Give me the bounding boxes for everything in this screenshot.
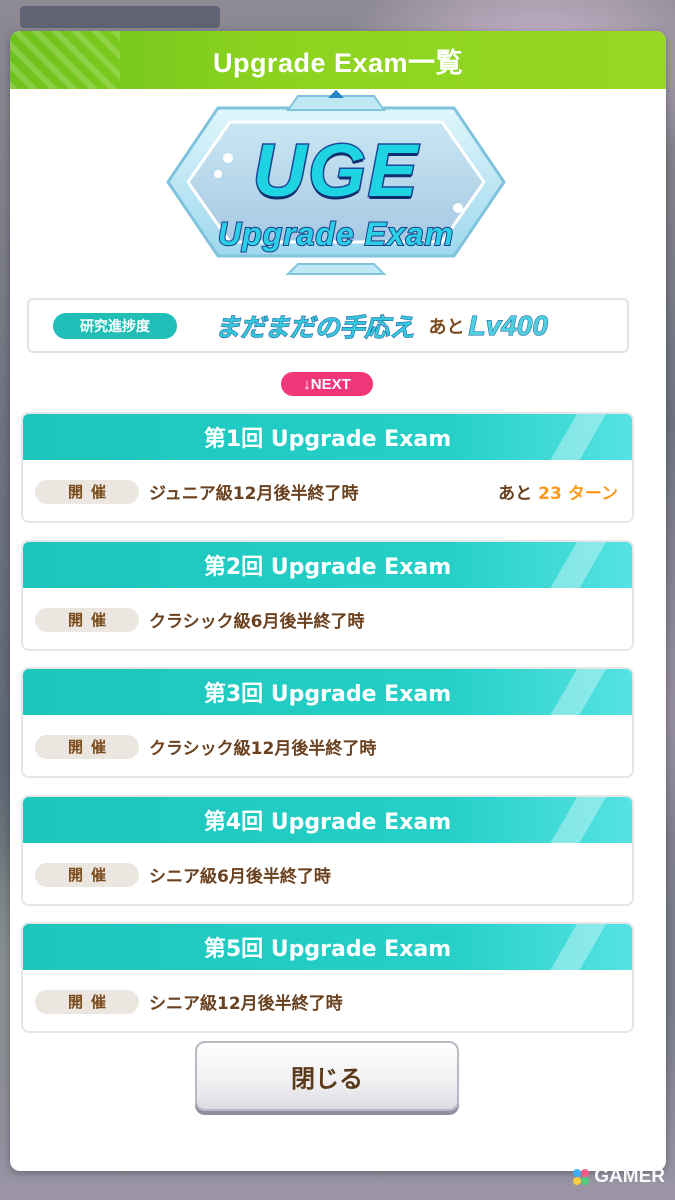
uge-logo: UGE Upgrade Exam [158, 88, 514, 276]
background-status-bar [20, 6, 220, 28]
held-timing: シニア級6月後半終了時 [149, 867, 331, 887]
next-badge: ↓NEXT [281, 372, 373, 396]
exam-title: 第3回 Upgrade Exam [203, 682, 452, 707]
exam-card-2: 第2回 Upgrade Exam 開催 クラシック級6月後半終了時 [21, 540, 634, 651]
exam-title: 第4回 Upgrade Exam [203, 810, 452, 835]
exam-body: 開催 ジュニア級12月後半終了時 あと 23 ターン [23, 460, 632, 521]
exam-header: 第4回 Upgrade Exam [23, 797, 632, 843]
held-timing: ジュニア級12月後半終了時 [149, 484, 359, 504]
research-progress-label: 研究進捗度 [53, 312, 177, 339]
held-badge: 開催 [35, 607, 139, 632]
exam-title: 第1回 Upgrade Exam [203, 427, 452, 452]
progress-remain-prefix: あと [428, 316, 465, 338]
held-timing: クラシック級12月後半終了時 [149, 739, 377, 759]
held-timing: クラシック級6月後半終了時 [149, 612, 365, 632]
held-badge: 開催 [35, 479, 139, 504]
exam-title: 第5回 Upgrade Exam [203, 937, 452, 962]
close-button[interactable]: 閉じる [195, 1041, 459, 1111]
exam-card-4: 第4回 Upgrade Exam 開催 シニア級6月後半終了時 [21, 795, 634, 906]
logo-main-text: UGE [251, 128, 420, 214]
held-badge: 開催 [35, 734, 139, 759]
research-progress-row: 研究進捗度 まだまだの手応え あと Lv400 [27, 298, 629, 353]
gamer-watermark: GAMER [572, 1166, 665, 1188]
held-badge: 開催 [35, 989, 139, 1014]
exam-header: 第5回 Upgrade Exam [23, 924, 632, 970]
logo-sub-text: Upgrade Exam [217, 215, 455, 253]
exam-body: 開催 クラシック級12月後半終了時 [23, 715, 632, 776]
turns-unit: ターン [567, 484, 618, 504]
exam-card-1: 第1回 Upgrade Exam 開催 ジュニア級12月後半終了時 あと 23 ター… [21, 412, 634, 523]
exam-header: 第1回 Upgrade Exam [23, 414, 632, 460]
turns-remaining: あと 23 ターン [498, 479, 618, 504]
exam-header: 第2回 Upgrade Exam [23, 542, 632, 588]
progress-remain-level: Lv400 [468, 309, 548, 341]
exam-body: 開催 シニア級6月後半終了時 [23, 843, 632, 904]
exam-card-5: 第5回 Upgrade Exam 開催 シニア級12月後半終了時 [21, 922, 634, 1033]
turns-value: 23 [538, 484, 562, 504]
turns-prefix: あと [498, 484, 533, 504]
exam-body: 開催 シニア級12月後半終了時 [23, 970, 632, 1031]
exam-card-3: 第3回 Upgrade Exam 開催 クラシック級12月後半終了時 [21, 667, 634, 778]
held-badge: 開催 [35, 862, 139, 887]
exam-title: 第2回 Upgrade Exam [203, 555, 452, 580]
research-progress-value: まだまだの手応え [215, 312, 416, 342]
watermark-text: GAMER [594, 1166, 665, 1187]
header-stripes [10, 31, 120, 89]
exam-header: 第3回 Upgrade Exam [23, 669, 632, 715]
held-timing: シニア級12月後半終了時 [149, 994, 343, 1014]
gamer-logo-icon [573, 1169, 590, 1185]
exam-body: 開催 クラシック級6月後半終了時 [23, 588, 632, 649]
dialog-header: Upgrade Exam一覧 [10, 31, 666, 89]
dialog-title: Upgrade Exam一覧 [212, 47, 464, 78]
